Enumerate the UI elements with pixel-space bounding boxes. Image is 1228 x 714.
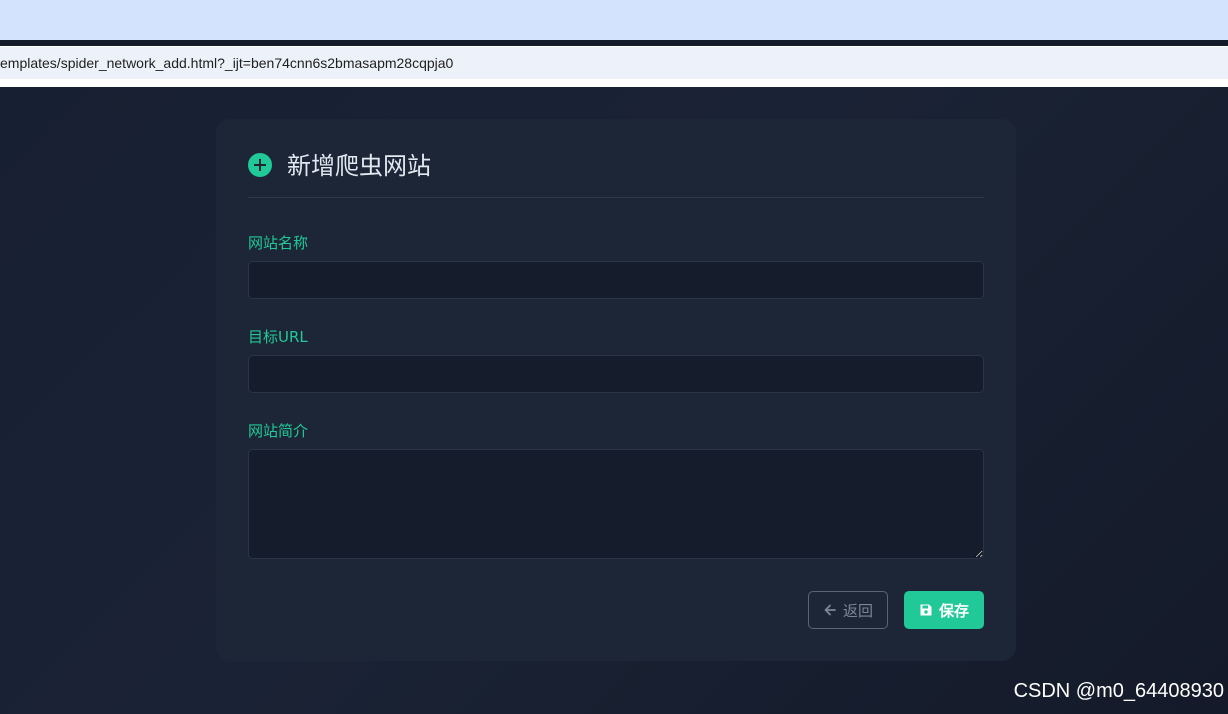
back-button[interactable]: 返回: [808, 591, 888, 629]
site-name-input[interactable]: [248, 261, 984, 299]
plus-circle-icon: [248, 153, 272, 177]
browser-tab-strip: [0, 0, 1228, 40]
floppy-disk-icon: [920, 604, 932, 616]
page-background: 新增爬虫网站 网站名称 目标URL 网站简介 返回 保存: [0, 87, 1228, 714]
save-button[interactable]: 保存: [904, 591, 984, 629]
address-text: emplates/spider_network_add.html?_ijt=be…: [0, 55, 454, 71]
save-button-label: 保存: [938, 601, 969, 620]
card-header: 新增爬虫网站: [248, 149, 984, 198]
watermark: CSDN @m0_64408930: [1013, 680, 1224, 702]
address-bar[interactable]: emplates/spider_network_add.html?_ijt=be…: [0, 46, 1228, 79]
target-url-label: 目标URL: [248, 328, 308, 346]
target-url-input[interactable]: [248, 355, 984, 393]
arrow-left-icon: [824, 604, 836, 616]
browser-divider: [0, 79, 1228, 87]
site-description-label: 网站简介: [248, 422, 309, 440]
back-button-label: 返回: [842, 601, 873, 620]
page-title: 新增爬虫网站: [287, 152, 431, 180]
form-card: 新增爬虫网站 网站名称 目标URL 网站简介 返回 保存: [216, 119, 1016, 661]
site-name-label: 网站名称: [248, 234, 309, 252]
site-description-textarea[interactable]: [248, 449, 984, 559]
